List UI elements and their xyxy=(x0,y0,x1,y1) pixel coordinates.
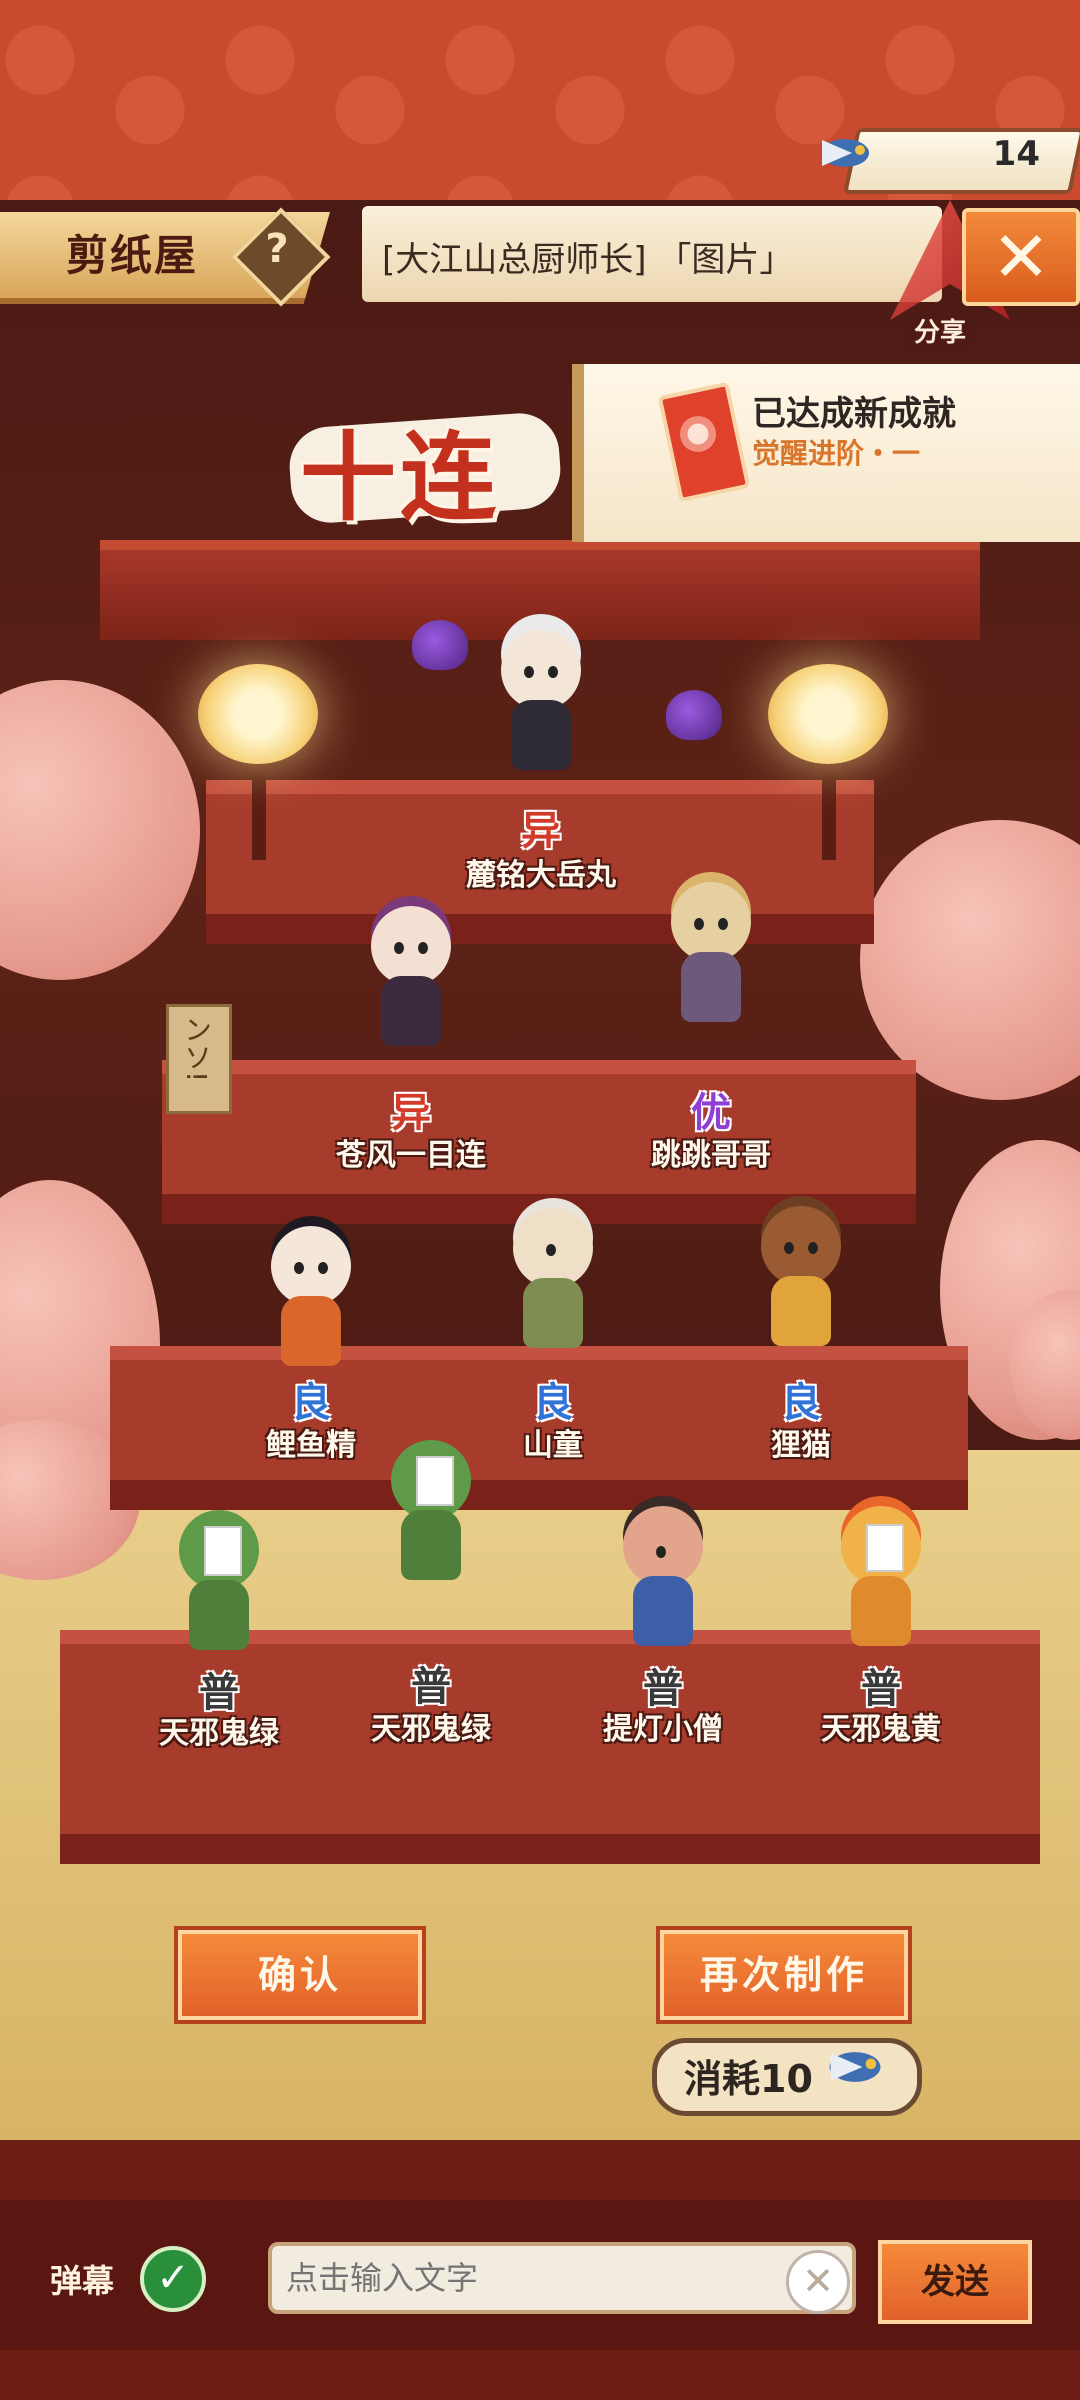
character-sprite xyxy=(746,1206,856,1356)
character-sprite xyxy=(356,906,466,1056)
character-sprite xyxy=(256,1226,366,1376)
cost-label: 消耗10 xyxy=(684,2057,813,2101)
paper-mask xyxy=(204,1526,242,1576)
achievement-subtitle: 觉醒进阶・一 xyxy=(752,437,921,470)
wooden-sign-text: ンソ! xyxy=(180,1015,213,1083)
paper-swallow-icon xyxy=(821,139,869,167)
rarity-badge: 异 xyxy=(521,807,561,854)
character-name: 狸猫 xyxy=(771,1428,831,1463)
lantern-right xyxy=(768,664,888,764)
chat-message-text: [大江山总厨师长] 「图片」 xyxy=(382,240,794,280)
help-icon[interactable]: ? xyxy=(260,226,294,272)
character-sprite xyxy=(376,1440,486,1590)
chat-input[interactable] xyxy=(268,2242,856,2314)
share-label[interactable]: 分享 xyxy=(914,312,966,349)
lantern-post xyxy=(822,770,836,860)
ten-pull-banner: 十连 xyxy=(300,421,500,534)
paper-mask xyxy=(866,1524,904,1572)
shrine-roof xyxy=(100,540,980,640)
wooden-sign: ンソ! xyxy=(166,1004,232,1114)
character-name: 提灯小僧 xyxy=(603,1712,723,1747)
achievement-title: 已达成新成就 xyxy=(752,394,956,434)
paper-mask xyxy=(416,1456,454,1506)
close-icon[interactable]: ✕ xyxy=(962,208,1080,306)
character-sprite xyxy=(486,630,596,780)
summon-result-screen: ンソ! 14 剪纸屋 ? [大江山总厨师长] 「图片」 分享 ✕ 十连 已达成新… xyxy=(0,0,1080,2400)
character-sprite xyxy=(608,1506,718,1656)
make-again-button[interactable]: 再次制作 xyxy=(660,1930,908,2020)
purple-wisp-icon xyxy=(412,620,468,670)
character-sprite xyxy=(826,1506,936,1656)
page-title: 剪纸屋 xyxy=(66,231,199,280)
character-name: 天邪鬼绿 xyxy=(371,1712,491,1747)
character-sprite xyxy=(656,882,766,1032)
danmu-toggle-check-icon[interactable]: ✓ xyxy=(140,2246,206,2312)
purple-wisp-icon xyxy=(666,690,722,740)
currency-value: 14 xyxy=(992,134,1040,174)
character-name: 苍风一目连 xyxy=(336,1138,486,1173)
clear-input-icon[interactable]: ✕ xyxy=(786,2250,850,2314)
character-name: 麓铭大岳丸 xyxy=(466,858,616,893)
character-sprite xyxy=(498,1208,608,1358)
confirm-button[interactable]: 确认 xyxy=(178,1930,422,2020)
character-sprite xyxy=(164,1510,274,1660)
flower-icon xyxy=(680,416,716,452)
danmu-label: 弹幕 xyxy=(50,2262,115,2300)
lantern-post xyxy=(252,770,266,860)
character-name: 天邪鬼黄 xyxy=(821,1712,941,1747)
paper-swallow-icon xyxy=(829,2052,881,2082)
lantern-left xyxy=(198,664,318,764)
send-button[interactable]: 发送 xyxy=(878,2240,1032,2324)
character-name: 天邪鬼绿 xyxy=(159,1716,279,1751)
character-name: 跳跳哥哥 xyxy=(651,1138,771,1173)
